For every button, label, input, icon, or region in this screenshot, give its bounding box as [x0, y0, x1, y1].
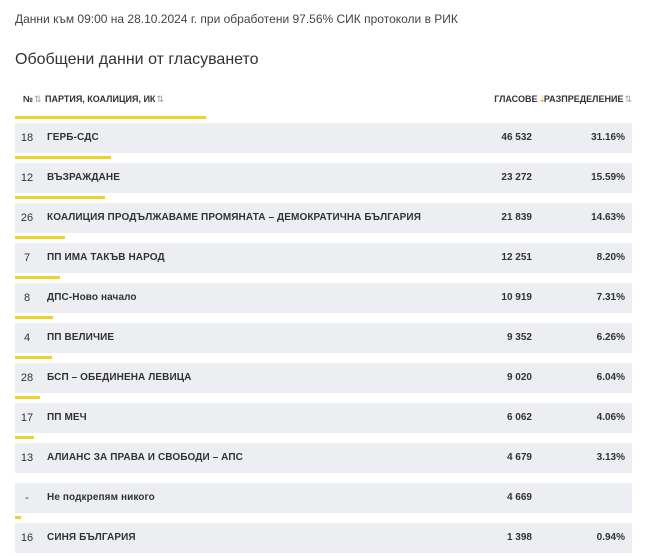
- table-row[interactable]: 8 ДПС-Ново начало 10 919 7.31%: [15, 276, 632, 316]
- vote-percentage: 31.16%: [591, 132, 625, 143]
- page-title: Обобщени данни от гласуването: [15, 51, 259, 68]
- table-row[interactable]: - Не подкрепям никого 4 669: [15, 476, 632, 516]
- votes-count: 12 251: [501, 252, 532, 263]
- share-bar: [15, 396, 40, 399]
- column-number-label: №: [23, 94, 34, 104]
- votes-count: 21 839: [501, 212, 532, 223]
- party-name: КОАЛИЦИЯ ПРОДЪЛЖАВАМЕ ПРОМЯНАТА – ДЕМОКР…: [47, 212, 422, 223]
- share-bar: [15, 516, 21, 519]
- row-number: 8: [23, 292, 31, 304]
- data-status-text: Данни към 09:00 на 28.10.2024 г. при обр…: [15, 12, 458, 26]
- vote-percentage: 15.59%: [591, 172, 625, 183]
- votes-count: 6 062: [506, 412, 532, 423]
- vote-percentage: 8.20%: [596, 252, 625, 263]
- table-row[interactable]: 26 КОАЛИЦИЯ ПРОДЪЛЖАВАМЕ ПРОМЯНАТА – ДЕМО…: [15, 196, 632, 236]
- table-header: №⇅ ПАРТИЯ, КОАЛИЦИЯ, ИК⇅ ГЛАСОВЕ⇣ РАЗПРЕ…: [15, 90, 632, 110]
- column-party-label: ПАРТИЯ, КОАЛИЦИЯ, ИК: [45, 94, 156, 104]
- sort-icon[interactable]: ⇅: [156, 94, 164, 104]
- votes-count: 46 532: [501, 132, 532, 143]
- vote-percentage: 6.04%: [596, 372, 625, 383]
- votes-count: 23 272: [501, 172, 532, 183]
- table-row[interactable]: 17 ПП МЕЧ 6 062 4.06%: [15, 396, 632, 436]
- share-bar: [15, 116, 206, 119]
- vote-percentage: 3.13%: [596, 452, 625, 463]
- party-name: ГЕРБ-СДС: [47, 132, 99, 143]
- row-number: 4: [23, 332, 31, 344]
- share-bar: [15, 156, 111, 159]
- row-number: 16: [20, 532, 34, 544]
- row-number: 12: [20, 172, 34, 184]
- party-name: БСП – ОБЕДИНЕНА ЛЕВИЦА: [47, 372, 192, 383]
- row-number: 17: [20, 412, 34, 424]
- vote-percentage: 4.06%: [596, 412, 625, 423]
- votes-count: 4 669: [506, 492, 532, 503]
- votes-count: 10 919: [501, 292, 532, 303]
- vote-percentage: 6.26%: [596, 332, 625, 343]
- party-name: АЛИАНС ЗА ПРАВА И СВОБОДИ – АПС: [47, 452, 243, 463]
- share-bar: [15, 356, 53, 359]
- party-name: ДПС-Ново начало: [47, 292, 137, 303]
- column-votes-label: ГЛАСОВЕ: [494, 94, 538, 104]
- party-name: ВЪЗРАЖДАНЕ: [47, 172, 120, 183]
- results-table: 18 ГЕРБ-СДС 46 532 31.16% 12 ВЪЗРАЖДАНЕ 23 272…: [15, 116, 632, 556]
- share-bar: [15, 436, 35, 439]
- row-number: -: [25, 492, 29, 504]
- table-row[interactable]: 16 СИНЯ БЪЛГАРИЯ 1 398 0.94%: [15, 516, 632, 556]
- row-number: 26: [20, 212, 34, 224]
- column-header-number[interactable]: №⇅: [23, 94, 42, 105]
- vote-percentage: 7.31%: [596, 292, 625, 303]
- votes-count: 4 679: [506, 452, 532, 463]
- share-bar: [15, 236, 66, 239]
- column-header-votes[interactable]: ГЛАСОВЕ⇣: [494, 94, 546, 105]
- votes-count: 1 398: [506, 532, 532, 543]
- row-number: 7: [23, 252, 31, 264]
- share-bar: [15, 196, 105, 199]
- party-name: СИНЯ БЪЛГАРИЯ: [47, 532, 136, 543]
- party-name: ПП МЕЧ: [47, 412, 87, 423]
- party-name: ПП ВЕЛИЧИЕ: [47, 332, 115, 343]
- table-row[interactable]: 13 АЛИАНС ЗА ПРАВА И СВОБОДИ – АПС 4 679 3.…: [15, 436, 632, 476]
- table-row[interactable]: 7 ПП ИМА ТАКЪВ НАРОД 12 251 8.20%: [15, 236, 632, 276]
- table-row[interactable]: 4 ПП ВЕЛИЧИЕ 9 352 6.26%: [15, 316, 632, 356]
- share-bar: [15, 316, 54, 319]
- vote-percentage: 0.94%: [596, 532, 625, 543]
- row-background: [15, 403, 632, 433]
- column-header-party[interactable]: ПАРТИЯ, КОАЛИЦИЯ, ИК⇅: [45, 94, 164, 105]
- votes-count: 9 352: [506, 332, 532, 343]
- row-background: [15, 123, 632, 153]
- column-header-distribution[interactable]: РАЗПРЕДЕЛЕНИЕ⇅: [544, 94, 632, 105]
- share-bar: [15, 276, 60, 279]
- votes-count: 9 020: [506, 372, 532, 383]
- party-name: ПП ИМА ТАКЪВ НАРОД: [47, 252, 165, 263]
- sort-icon[interactable]: ⇅: [624, 94, 632, 104]
- table-row[interactable]: 12 ВЪЗРАЖДАНЕ 23 272 15.59%: [15, 156, 632, 196]
- row-number: 13: [20, 452, 34, 464]
- row-number: 28: [20, 372, 34, 384]
- sort-icon[interactable]: ⇅: [34, 94, 42, 104]
- party-name: Не подкрепям никого: [47, 492, 155, 503]
- column-distribution-label: РАЗПРЕДЕЛЕНИЕ: [543, 94, 624, 104]
- vote-percentage: 14.63%: [591, 212, 625, 223]
- table-row[interactable]: 28 БСП – ОБЕДИНЕНА ЛЕВИЦА 9 020 6.04%: [15, 356, 632, 396]
- table-row[interactable]: 18 ГЕРБ-СДС 46 532 31.16%: [15, 116, 632, 156]
- row-number: 18: [20, 132, 34, 144]
